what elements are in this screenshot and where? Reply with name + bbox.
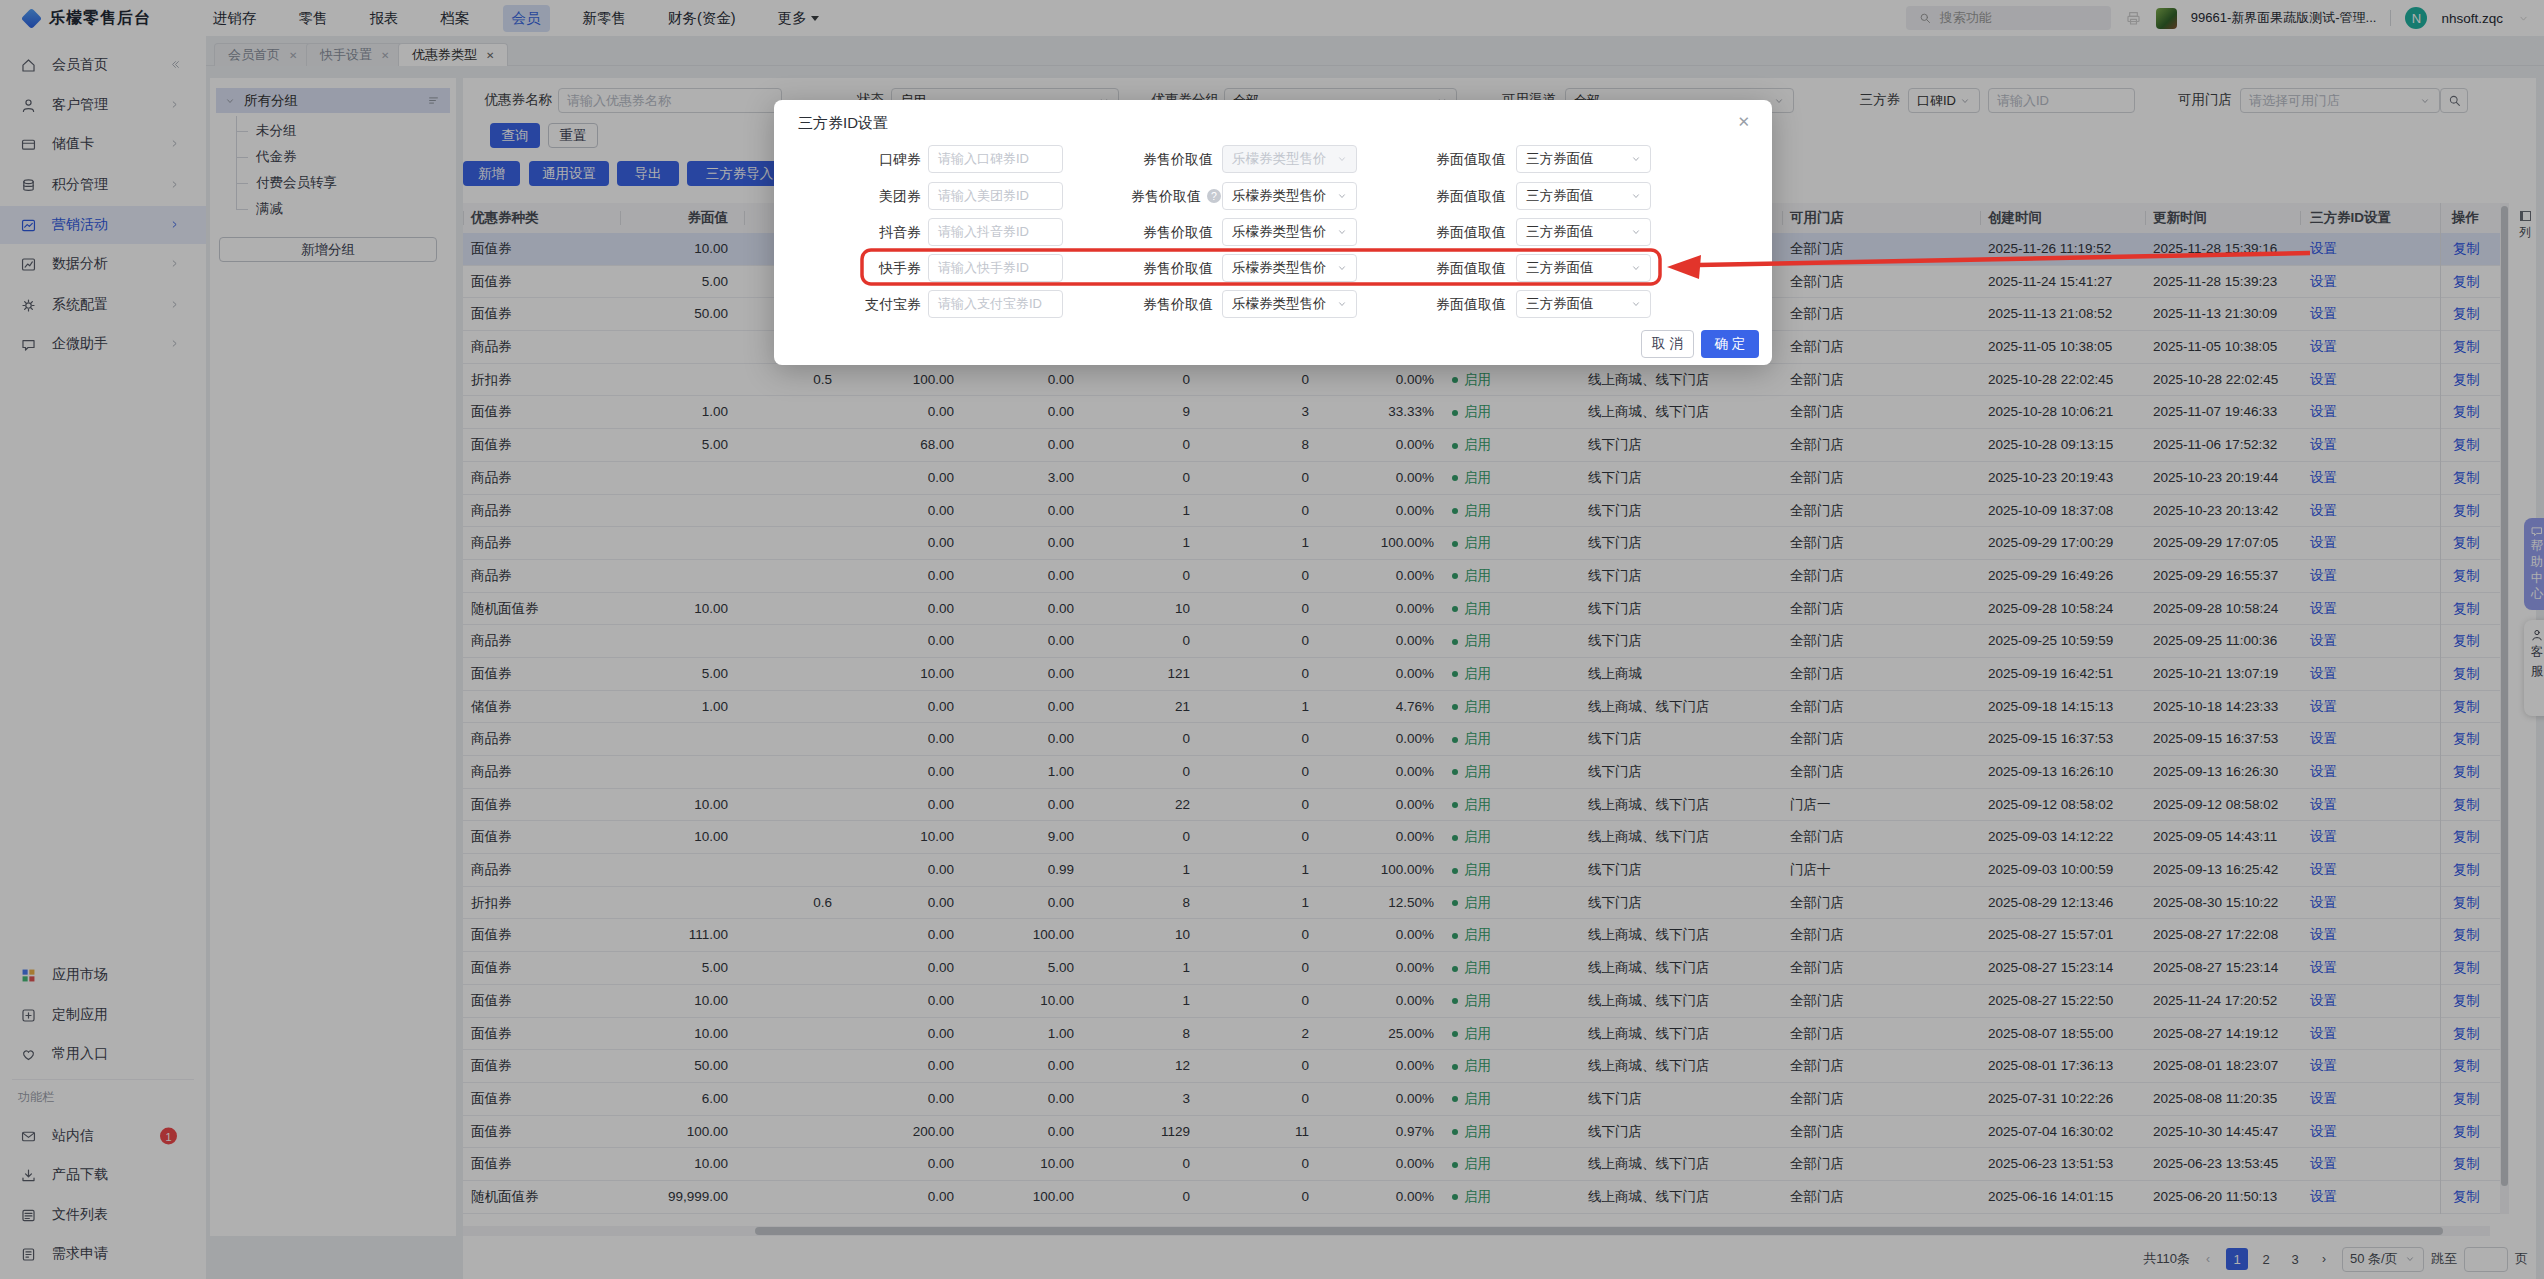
- modal-id-input-1[interactable]: 请输入口碑券ID: [928, 145, 1063, 173]
- modal-id-placeholder: 请输入口碑券ID: [938, 150, 1029, 168]
- face-value-value: 三方券面值: [1526, 223, 1594, 241]
- chevron-down-icon: [1630, 298, 1642, 310]
- modal-cancel-button[interactable]: 取 消: [1641, 330, 1694, 358]
- face-value-value: 三方券面值: [1526, 295, 1594, 313]
- face-value-value: 三方券面值: [1526, 187, 1594, 205]
- chevron-down-icon: [1630, 190, 1642, 202]
- modal-ok-button[interactable]: 确 定: [1701, 330, 1759, 358]
- face-value-label: 券面值取值: [1366, 254, 1506, 282]
- chevron-down-icon: [1336, 298, 1348, 310]
- face-value-label: 券面值取值: [1366, 290, 1506, 318]
- modal-id-placeholder: 请输入支付宝券ID: [938, 295, 1042, 313]
- price-source-value: 乐檬券类型售价: [1232, 187, 1327, 205]
- price-source-select-5[interactable]: 乐檬券类型售价: [1222, 290, 1357, 318]
- face-value-value: 三方券面值: [1526, 150, 1594, 168]
- price-source-label: 券售价取值: [1073, 290, 1213, 318]
- app-root: 乐檬零售后台进销存零售报表档案会员新零售财务(资金)更多搜索功能99661-新界…: [0, 0, 2544, 1279]
- price-source-select-4[interactable]: 乐檬券类型售价: [1222, 254, 1357, 282]
- price-source-select-3[interactable]: 乐檬券类型售价: [1222, 218, 1357, 246]
- price-source-label: 券售价取值: [1073, 254, 1213, 282]
- third-party-id-modal: 三方券ID设置✕口碑券请输入口碑券ID券售价取值乐檬券类型售价券面值取值三方券面…: [774, 100, 1772, 365]
- modal-id-input-5[interactable]: 请输入支付宝券ID: [928, 290, 1063, 318]
- modal-row-label: 美团券: [794, 182, 921, 210]
- price-source-select-1[interactable]: 乐檬券类型售价: [1222, 145, 1357, 173]
- modal-id-placeholder: 请输入美团券ID: [938, 187, 1029, 205]
- chevron-down-icon: [1336, 190, 1348, 202]
- chevron-down-icon: [1630, 226, 1642, 238]
- modal-id-input-4[interactable]: 请输入快手券ID: [928, 254, 1063, 282]
- face-value-label: 券面值取值: [1366, 145, 1506, 173]
- face-value-label: 券面值取值: [1366, 218, 1506, 246]
- chevron-down-icon: [1630, 153, 1642, 165]
- chevron-down-icon: [1630, 262, 1642, 274]
- face-value-select-3[interactable]: 三方券面值: [1516, 218, 1651, 246]
- modal-close-icon[interactable]: ✕: [1737, 113, 1750, 131]
- modal-row-label: 快手券: [794, 254, 921, 282]
- face-value-select-2[interactable]: 三方券面值: [1516, 182, 1651, 210]
- face-value-select-1[interactable]: 三方券面值: [1516, 145, 1651, 173]
- face-value-select-5[interactable]: 三方券面值: [1516, 290, 1651, 318]
- modal-title: 三方券ID设置: [798, 114, 888, 133]
- modal-id-input-2[interactable]: 请输入美团券ID: [928, 182, 1063, 210]
- price-source-label: 券售价取值: [1073, 182, 1201, 210]
- modal-id-placeholder: 请输入抖音券ID: [938, 223, 1029, 241]
- face-value-value: 三方券面值: [1526, 259, 1594, 277]
- price-source-value: 乐檬券类型售价: [1232, 295, 1327, 313]
- price-source-label: 券售价取值: [1073, 145, 1213, 173]
- modal-row-label: 口碑券: [794, 145, 921, 173]
- modal-row-label: 抖音券: [794, 218, 921, 246]
- face-value-select-4[interactable]: 三方券面值: [1516, 254, 1651, 282]
- modal-id-input-3[interactable]: 请输入抖音券ID: [928, 218, 1063, 246]
- chevron-down-icon: [1336, 153, 1348, 165]
- face-value-label: 券面值取值: [1366, 182, 1506, 210]
- modal-id-placeholder: 请输入快手券ID: [938, 259, 1029, 277]
- price-source-select-2[interactable]: 乐檬券类型售价: [1222, 182, 1357, 210]
- modal-row-label: 支付宝券: [794, 290, 921, 318]
- price-source-value: 乐檬券类型售价: [1232, 150, 1327, 168]
- chevron-down-icon: [1336, 226, 1348, 238]
- chevron-down-icon: [1336, 262, 1348, 274]
- price-source-value: 乐檬券类型售价: [1232, 223, 1327, 241]
- price-source-label: 券售价取值: [1073, 218, 1213, 246]
- help-question-icon[interactable]: ?: [1207, 189, 1221, 203]
- price-source-value: 乐檬券类型售价: [1232, 259, 1327, 277]
